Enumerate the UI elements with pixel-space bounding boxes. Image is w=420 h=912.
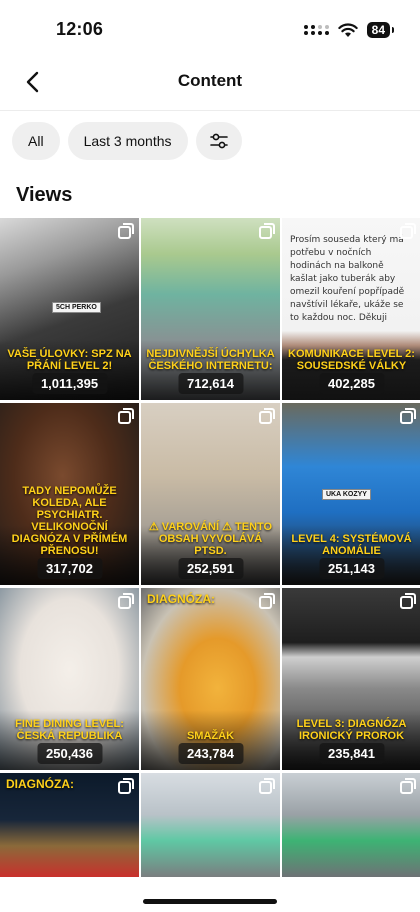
filter-all-chip[interactable]: All [12,122,60,160]
content-grid: 5CH PERKO VAŠE ÚLOVKY: SPZ NA PŘÁNÍ LEVE… [0,218,420,877]
battery-icon: 84 [366,22,395,38]
status-icons: 84 [303,22,395,38]
date-range-chip[interactable]: Last 3 months [67,122,188,160]
post-caption: FINE DINING LEVEL: ČESKÁ REPUBLIKA [15,718,124,742]
view-count: 235,841 [319,743,384,764]
post-tile[interactable]: ⚠ VAROVÁNÍ ⚠ TENTO OBSAH VYVOLÁVÁ PTSD. … [141,403,280,585]
carousel-icon [259,593,275,609]
post-caption: NEJDIVNĚJŠÍ ÚCHYLKA ČESKÉHO INTERNETU: [146,348,275,372]
post-tile[interactable]: NEJDIVNĚJŠÍ ÚCHYLKA ČESKÉHO INTERNETU: 7… [141,218,280,400]
post-caption: KOMUNIKACE LEVEL 2: SOUSEDSKÉ VÁLKY [288,348,415,372]
carousel-icon [118,408,134,424]
post-tile[interactable]: FINE DINING LEVEL: ČESKÁ REPUBLIKA 250,4… [0,588,139,770]
filter-settings-button[interactable] [195,122,242,160]
carousel-icon [118,778,134,794]
post-tile[interactable]: LEVEL 3: DIAGNÓZA IRONICKÝ PROROK 235,84… [282,588,420,770]
views-section-title: Views [16,184,73,206]
carousel-icon [400,408,416,424]
page-title: Content [177,71,243,90]
post-caption: LEVEL 3: DIAGNÓZA IRONICKÝ PROROK [296,718,407,742]
wifi-icon [337,23,358,37]
carousel-icon [259,223,275,239]
post-tile[interactable]: TADY NEPOMŮŽE KOLEDA, ALE PSYCHIATR. VEL… [0,403,139,585]
view-count: 251,143 [319,558,384,579]
carousel-icon [259,778,275,794]
cellular-signal-icon [303,25,329,35]
view-count: 317,702 [37,558,102,579]
post-tile[interactable]: DIAGNÓZA: [0,773,139,877]
filter-bar: All Last 3 months [12,122,242,160]
status-bar: 12:06 84 [0,0,420,62]
sliders-icon [209,133,228,149]
status-time: 12:06 [56,19,104,39]
post-caption: VAŠE ÚLOVKY: SPZ NA PŘÁNÍ LEVEL 2! [7,348,132,372]
view-count: 402,285 [319,373,384,394]
post-tile[interactable]: UKA KOZYY LEVEL 4: SYSTÉMOVÁ ANOMÁLIE 25… [282,403,420,585]
carousel-icon [259,408,275,424]
note-text: Prosím souseda který má potřebu v nočníc… [290,235,405,323]
post-tile[interactable]: DIAGNÓZA: SMAŽÁK 243,784 [141,588,280,770]
post-tile[interactable]: 5CH PERKO VAŠE ÚLOVKY: SPZ NA PŘÁNÍ LEVE… [0,218,139,400]
view-count: 250,436 [37,743,102,764]
post-tile[interactable] [141,773,280,877]
post-tile[interactable]: Prosím souseda který má potřebu v nočníc… [282,218,420,400]
post-top-label: DIAGNÓZA: [6,777,74,791]
home-indicator [143,899,277,904]
post-tile[interactable] [282,773,420,877]
post-caption: LEVEL 4: SYSTÉMOVÁ ANOMÁLIE [291,533,412,557]
carousel-icon [400,593,416,609]
post-caption: ⚠ VAROVÁNÍ ⚠ TENTO OBSAH VYVOLÁVÁ PTSD. [148,521,273,557]
header-divider [0,110,420,111]
carousel-icon [400,778,416,794]
view-count: 243,784 [178,743,243,764]
header: Content [0,56,420,106]
view-count: 252,591 [178,558,243,579]
post-caption: SMAŽÁK [186,730,235,742]
license-plate: UKA KOZYY [322,489,371,500]
post-top-label: DIAGNÓZA: [147,592,215,606]
view-count: 1,011,395 [31,373,108,394]
carousel-icon [118,223,134,239]
post-caption: TADY NEPOMŮŽE KOLEDA, ALE PSYCHIATR. VEL… [11,485,128,557]
view-count: 712,614 [178,373,243,394]
carousel-icon [400,223,416,239]
carousel-icon [118,593,134,609]
